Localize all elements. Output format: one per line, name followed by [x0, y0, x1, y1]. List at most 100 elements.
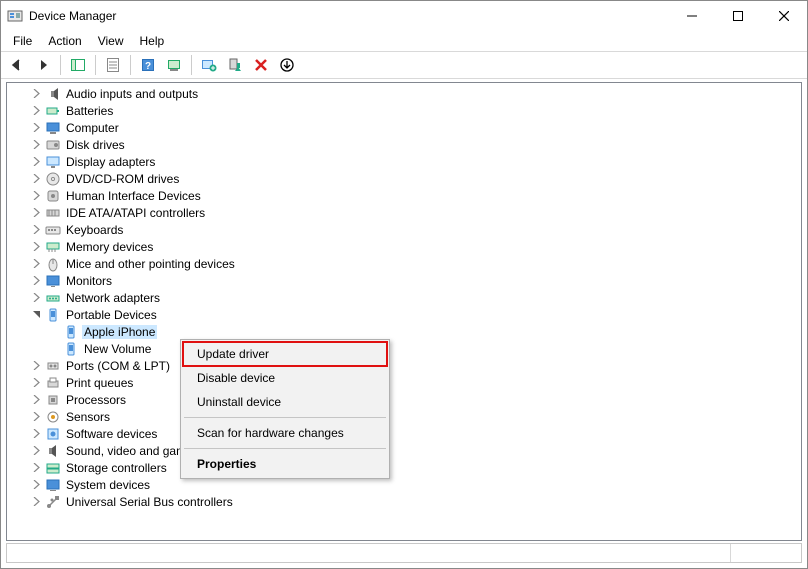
monitor-icon — [45, 273, 61, 289]
context-menu-item[interactable]: Scan for hardware changes — [183, 421, 387, 445]
tree-node[interactable]: Storage controllers — [7, 459, 801, 476]
svg-text:?: ? — [145, 61, 151, 72]
tree-node-label: Universal Serial Bus controllers — [64, 495, 235, 509]
tree-node[interactable]: Processors — [7, 391, 801, 408]
titlebar: Device Manager — [1, 1, 807, 31]
expand-icon[interactable] — [29, 206, 43, 220]
tree-node-label: Portable Devices — [64, 308, 159, 322]
tree-node[interactable]: Software devices — [7, 425, 801, 442]
tree-node[interactable]: Apple iPhone — [7, 323, 801, 340]
tree-node-label: Software devices — [64, 427, 159, 441]
uninstall-device-button[interactable] — [249, 53, 273, 77]
tree-node[interactable]: Ports (COM & LPT) — [7, 357, 801, 374]
tree-node[interactable]: Universal Serial Bus controllers — [7, 493, 801, 510]
expand-icon[interactable] — [29, 104, 43, 118]
context-menu-item[interactable]: Disable device — [183, 366, 387, 390]
expand-icon[interactable] — [29, 223, 43, 237]
scan-hardware-button[interactable] — [162, 53, 186, 77]
menubar: File Action View Help — [1, 31, 807, 51]
minimize-button[interactable] — [669, 1, 715, 31]
tree-node[interactable]: Memory devices — [7, 238, 801, 255]
tree-node-label: Monitors — [64, 274, 114, 288]
tree-node[interactable]: Audio inputs and outputs — [7, 85, 801, 102]
expand-icon[interactable] — [29, 189, 43, 203]
collapse-icon[interactable] — [29, 308, 43, 322]
expand-icon[interactable] — [29, 172, 43, 186]
expand-icon[interactable] — [29, 359, 43, 373]
forward-button[interactable] — [31, 53, 55, 77]
tree-node[interactable]: Network adapters — [7, 289, 801, 306]
tree-node[interactable]: Sound, video and game controllers — [7, 442, 801, 459]
context-menu-item[interactable]: Uninstall device — [183, 390, 387, 414]
tree-node[interactable]: Computer — [7, 119, 801, 136]
context-menu-item[interactable]: Properties — [183, 452, 387, 476]
tree-node[interactable]: DVD/CD-ROM drives — [7, 170, 801, 187]
expand-icon[interactable] — [29, 121, 43, 135]
expand-icon[interactable] — [29, 444, 43, 458]
back-button[interactable] — [5, 53, 29, 77]
close-button[interactable] — [761, 1, 807, 31]
expand-icon[interactable] — [29, 427, 43, 441]
show-hide-console-button[interactable] — [66, 53, 90, 77]
properties-button[interactable] — [101, 53, 125, 77]
tree-node[interactable]: Human Interface Devices — [7, 187, 801, 204]
menu-view[interactable]: View — [90, 32, 132, 50]
tree-node-label: Apple iPhone — [82, 325, 157, 339]
expand-icon[interactable] — [29, 393, 43, 407]
tree-node[interactable]: Print queues — [7, 374, 801, 391]
tree-node[interactable]: Mice and other pointing devices — [7, 255, 801, 272]
context-menu: Update driverDisable deviceUninstall dev… — [180, 339, 390, 479]
mouse-icon — [45, 256, 61, 272]
ide-icon — [45, 205, 61, 221]
expand-icon[interactable] — [29, 155, 43, 169]
disk-icon — [45, 137, 61, 153]
tree-node[interactable]: System devices — [7, 476, 801, 493]
software-icon — [45, 426, 61, 442]
device-tree[interactable]: Audio inputs and outputs BatteriesCompute… — [7, 83, 801, 540]
context-menu-item[interactable]: Update driver — [183, 342, 387, 366]
expand-icon[interactable] — [29, 376, 43, 390]
menu-action[interactable]: Action — [40, 32, 89, 50]
expand-icon[interactable] — [29, 410, 43, 424]
tree-node[interactable]: IDE ATA/ATAPI controllers — [7, 204, 801, 221]
maximize-button[interactable] — [715, 1, 761, 31]
tree-node-label: Disk drives — [64, 138, 127, 152]
status-bar — [6, 543, 802, 563]
tree-wrapper: Audio inputs and outputs BatteriesCompute… — [6, 82, 802, 541]
update-driver-button[interactable] — [197, 53, 221, 77]
tree-node[interactable]: New Volume — [7, 340, 801, 357]
expand-icon[interactable] — [29, 495, 43, 509]
hid-icon — [45, 188, 61, 204]
no-expand-icon — [47, 342, 61, 356]
tree-node-label: Audio inputs and outputs — [64, 87, 200, 101]
tree-node[interactable]: Monitors — [7, 272, 801, 289]
cpu-icon — [45, 392, 61, 408]
expand-icon[interactable] — [29, 291, 43, 305]
tree-node[interactable]: Sensors — [7, 408, 801, 425]
expand-icon[interactable] — [29, 461, 43, 475]
enable-device-button[interactable] — [223, 53, 247, 77]
display-icon — [45, 154, 61, 170]
expand-icon[interactable] — [29, 87, 43, 101]
expand-icon[interactable] — [29, 274, 43, 288]
window-title: Device Manager — [29, 9, 116, 23]
expand-icon[interactable] — [29, 240, 43, 254]
tree-node[interactable]: Keyboards — [7, 221, 801, 238]
tree-node-label: Keyboards — [64, 223, 125, 237]
tree-node[interactable]: Batteries — [7, 102, 801, 119]
tree-node[interactable]: Portable Devices — [7, 306, 801, 323]
usb-icon — [45, 494, 61, 510]
context-menu-separator — [184, 417, 386, 418]
tree-node[interactable]: Disk drives — [7, 136, 801, 153]
help-button[interactable]: ? — [136, 53, 160, 77]
expand-icon[interactable] — [29, 478, 43, 492]
tree-node-label: Processors — [64, 393, 128, 407]
tree-node-label: Batteries — [64, 104, 115, 118]
expand-icon[interactable] — [29, 257, 43, 271]
disable-device-button[interactable] — [275, 53, 299, 77]
menu-help[interactable]: Help — [132, 32, 173, 50]
tree-node[interactable]: Display adapters — [7, 153, 801, 170]
menu-file[interactable]: File — [5, 32, 40, 50]
speaker-icon — [45, 86, 61, 102]
expand-icon[interactable] — [29, 138, 43, 152]
